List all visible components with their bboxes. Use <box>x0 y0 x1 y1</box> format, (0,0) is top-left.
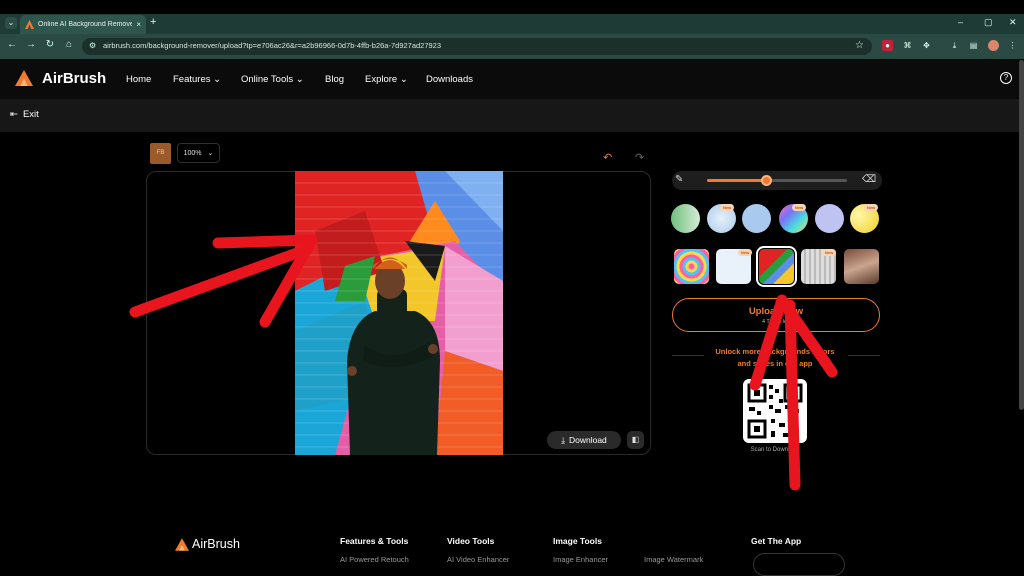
extension-icon[interactable]: ⌘ <box>902 40 913 51</box>
result-image <box>295 171 503 455</box>
exit-icon: ⇤ <box>10 109 18 120</box>
new-badge: New <box>720 204 735 211</box>
nav-online-tools-label: Online Tools <box>241 74 294 85</box>
footer-heading-features: Features & Tools <box>340 536 409 546</box>
nav-explore[interactable]: Explore ⌄ <box>365 74 408 85</box>
footer-logo[interactable]: AirBrush <box>192 537 240 551</box>
zoom-value: 100% <box>183 149 202 157</box>
background-tile-hearts[interactable] <box>674 249 709 284</box>
footer-heading-image: Image Tools <box>553 536 602 546</box>
site-header <box>0 59 1024 99</box>
reload-icon[interactable]: ↻ <box>43 39 57 50</box>
minimize-icon[interactable]: – <box>958 17 963 27</box>
compare-icon[interactable]: ◧ <box>627 431 644 449</box>
new-badge: New <box>738 249 753 256</box>
nav-features-label: Features <box>173 74 211 85</box>
airbrush-logo-icon[interactable] <box>15 70 33 86</box>
nav-explore-label: Explore <box>365 74 398 85</box>
tab-close-icon[interactable]: × <box>136 20 141 29</box>
nav-features[interactable]: Features ⌄ <box>173 74 221 85</box>
back-icon[interactable]: ← <box>5 39 19 50</box>
airbrush-favicon-icon <box>25 20 34 29</box>
chevron-down-icon: ⌄ <box>207 150 214 157</box>
upload-remaining: 4 Times left <box>761 319 791 325</box>
download-label: Download <box>568 435 607 445</box>
close-window-icon[interactable]: ✕ <box>1009 17 1017 28</box>
nav-online-tools[interactable]: Online Tools ⌄ <box>241 74 304 85</box>
browser-menu-icon[interactable]: ⋮ <box>1007 40 1018 51</box>
new-badge: New <box>864 204 879 211</box>
qr-code-icon <box>747 383 803 439</box>
footer-link[interactable]: Image Enhancer <box>553 555 608 564</box>
new-tab-button[interactable]: + <box>150 16 156 28</box>
forward-icon[interactable]: → <box>24 39 38 50</box>
footer-heading-app: Get The App <box>751 536 802 546</box>
zoom-select[interactable]: 100% ⌄ <box>177 143 220 163</box>
unlock-line-2: and styles in our app <box>737 359 813 368</box>
tab-title: Online AI Background Remover <box>38 21 133 28</box>
home-icon[interactable]: ⌂ <box>62 39 76 50</box>
new-badge: New <box>822 249 837 256</box>
background-tile-colorful-wall[interactable] <box>756 246 797 287</box>
qr-caption: Scan to Download <box>750 447 800 453</box>
bookmark-star-icon[interactable]: ☆ <box>855 40 864 51</box>
background-tile-street[interactable] <box>844 249 879 284</box>
chevron-down-icon: ⌄ <box>213 74 222 85</box>
airbrush-logo-icon[interactable] <box>175 538 189 551</box>
browser-tab[interactable]: Online AI Background Remover × <box>20 15 146 34</box>
qr-code <box>743 379 807 443</box>
nav-downloads[interactable]: Downloads <box>426 74 473 85</box>
redo-icon[interactable]: ↷ <box>635 151 644 164</box>
nav-home[interactable]: Home <box>126 74 151 85</box>
editor-toolbar <box>0 99 1024 132</box>
downloads-icon[interactable]: ⤓ <box>949 40 960 51</box>
footer-link[interactable]: Image Watermark <box>644 555 703 564</box>
site-logo[interactable]: AirBrush <box>42 70 106 87</box>
media-icon[interactable]: ▤ <box>968 40 979 51</box>
site-info-icon[interactable]: ⚙ <box>89 41 96 50</box>
chevron-down-icon: ⌄ <box>399 74 408 85</box>
restore-icon[interactable]: ▢ <box>984 17 993 28</box>
footer-link[interactable]: AI Video Enhancer <box>447 555 509 564</box>
color-swatch-lavender[interactable] <box>815 204 844 233</box>
eraser-icon[interactable]: ⌫ <box>862 174 876 185</box>
exit-button[interactable]: ⇤ Exit <box>10 109 39 120</box>
tab-search-icon[interactable]: ⌄ <box>5 17 17 29</box>
extension-shield-icon[interactable]: ● <box>882 40 893 51</box>
upload-new-label: Upload New <box>748 306 804 317</box>
color-swatch-green[interactable] <box>671 204 700 233</box>
page-scrollbar[interactable] <box>1019 60 1024 410</box>
restore-brush-icon[interactable]: ✎ <box>675 174 683 185</box>
browser-tab-strip-bg <box>0 0 1024 14</box>
app-store-button[interactable] <box>753 553 845 576</box>
upload-new-button[interactable]: Upload New 4 Times left <box>672 298 880 332</box>
help-icon[interactable]: ? <box>1000 72 1012 84</box>
profile-avatar[interactable] <box>988 40 999 51</box>
footer-link[interactable]: AI Powered Retouch <box>340 555 409 564</box>
url-text: airbrush.com/background-remover/upload?t… <box>103 41 442 50</box>
puzzle-extensions-icon[interactable]: ✥ <box>921 40 932 51</box>
footer-heading-video: Video Tools <box>447 536 495 546</box>
new-badge: New <box>792 204 807 211</box>
color-swatch-blue[interactable] <box>742 204 771 233</box>
undo-icon[interactable]: ↶ <box>603 151 612 164</box>
uploaded-image-thumbnail[interactable]: FB <box>150 143 171 164</box>
download-icon: ⤓ <box>561 434 565 445</box>
unlock-line-1: Unlock more backgrounds colors <box>715 347 835 356</box>
chevron-down-icon: ⌄ <box>295 74 304 85</box>
download-button[interactable]: ⤓ Download <box>547 431 621 449</box>
brush-size-fill <box>707 179 768 182</box>
nav-blog[interactable]: Blog <box>325 74 344 85</box>
unlock-promo: Unlock more backgrounds colors and style… <box>690 346 860 370</box>
exit-label: Exit <box>22 109 39 120</box>
